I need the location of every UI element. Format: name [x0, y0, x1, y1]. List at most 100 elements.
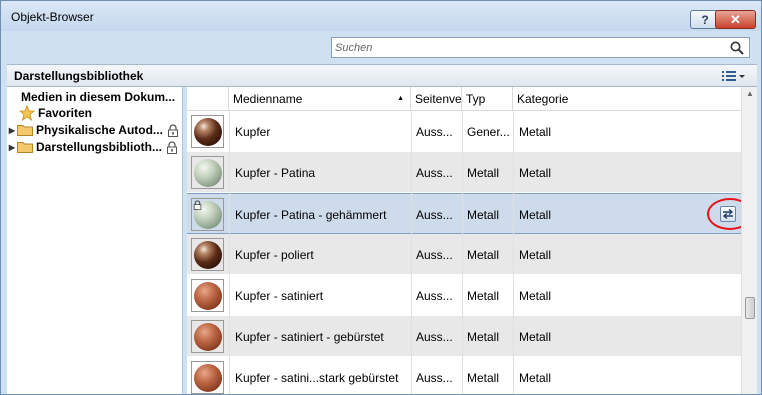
cell-typ: Metall: [467, 165, 500, 180]
chevron-down-icon: [739, 75, 745, 78]
window-title: Objekt-Browser: [11, 10, 94, 24]
table-row[interactable]: Kupfer - satiniert Auss... Metall Metall: [187, 275, 741, 316]
replace-material-button[interactable]: [720, 206, 736, 222]
search-box[interactable]: [331, 37, 750, 58]
material-thumbnail-cell: [187, 234, 229, 275]
tree-item-label: Physikalische Autod...: [36, 123, 163, 137]
tree-item-label: Darstellungsbiblioth...: [36, 140, 163, 154]
table-row[interactable]: Kupfer - poliert Auss... Metall Metall: [187, 234, 741, 275]
tree-item-label: Medien in diesem Dokum...: [21, 90, 176, 104]
cell-seitenverhaeltnis: Auss...: [416, 247, 453, 262]
table-row[interactable]: Kupfer - satini...stark gebürstet Auss..…: [187, 357, 741, 394]
material-sphere-icon: [194, 364, 222, 392]
material-thumbnail-cell: [187, 316, 229, 357]
title-bar[interactable]: Objekt-Browser ? ✕: [1, 1, 761, 31]
close-button[interactable]: ✕: [715, 10, 756, 29]
cell-kategorie: Metall: [519, 370, 552, 385]
cell-kategorie: Metall: [519, 247, 552, 262]
column-header-medienname[interactable]: Medienname ▲: [229, 87, 411, 111]
tree-item-appearance-library[interactable]: ▶ Darstellungsbiblioth...: [7, 139, 178, 155]
material-thumbnail: [191, 156, 224, 189]
column-header-thumbnail[interactable]: [187, 87, 229, 111]
folder-icon: [17, 125, 33, 136]
cell-medienname: Kupfer - Patina: [235, 165, 316, 180]
material-thumbnail: [191, 320, 224, 353]
expand-arrow-icon[interactable]: ▶: [7, 126, 17, 135]
cell-seitenverhaeltnis: Auss...: [416, 288, 453, 303]
cell-seitenverhaeltnis: Auss...: [416, 165, 453, 180]
tree-item-favorites[interactable]: Favoriten: [19, 105, 92, 121]
table-header: Medienname ▲ Seitenve Typ Kategorie: [187, 87, 741, 111]
tree-item-physical-autodesk[interactable]: ▶ Physikalische Autod...: [7, 122, 179, 138]
material-thumbnail: [191, 198, 224, 231]
sort-ascending-icon: ▲: [397, 95, 404, 102]
material-sphere-icon: [194, 159, 222, 187]
tree-item-label: Favoriten: [38, 106, 93, 120]
library-title: Darstellungsbibliothek: [14, 69, 144, 83]
media-table: Medienname ▲ Seitenve Typ Kategorie Kupf…: [187, 87, 757, 394]
cell-kategorie: Metall: [519, 329, 552, 344]
cell-medienname: Kupfer - satiniert: [235, 288, 324, 303]
material-thumbnail: [191, 361, 224, 394]
cell-medienname: Kupfer: [235, 124, 271, 139]
cell-medienname: Kupfer - Patina - gehämmert: [235, 207, 387, 222]
library-tree: Medien in diesem Dokum... Favoriten ▶ Ph…: [7, 87, 183, 394]
lock-icon: [167, 123, 178, 137]
cell-typ: Metall: [467, 247, 500, 262]
view-options-menu[interactable]: [721, 68, 751, 84]
cell-typ: Gener...: [467, 124, 510, 139]
cell-seitenverhaeltnis: Auss...: [416, 370, 453, 385]
material-thumbnail-cell: [187, 357, 229, 394]
cell-seitenverhaeltnis: Auss...: [416, 329, 453, 344]
material-thumbnail-cell: [187, 111, 229, 152]
star-icon: [19, 105, 35, 121]
cell-typ: Metall: [467, 288, 500, 303]
library-header: Darstellungsbibliothek: [7, 64, 757, 87]
vertical-scrollbar[interactable]: ▲: [741, 87, 757, 394]
cell-medienname: Kupfer - poliert: [235, 247, 314, 262]
cell-typ: Metall: [467, 370, 500, 385]
search-bar: [1, 31, 761, 63]
material-sphere-icon: [194, 118, 222, 146]
scrollbar-thumb[interactable]: [745, 297, 755, 319]
column-divider: [462, 111, 463, 394]
table-row[interactable]: Kupfer - satiniert - gebürstet Auss... M…: [187, 316, 741, 357]
search-icon[interactable]: [729, 40, 745, 56]
material-sphere-icon: [194, 282, 222, 310]
column-divider: [229, 111, 230, 394]
swap-arrows-icon: [722, 208, 734, 220]
column-divider: [411, 111, 412, 394]
object-browser-window: Objekt-Browser ? ✕ Darstellungsbibliothe…: [0, 0, 762, 395]
folder-icon: [17, 142, 33, 153]
search-input[interactable]: [332, 38, 727, 57]
cell-medienname: Kupfer - satiniert - gebürstet: [235, 329, 384, 344]
cell-medienname: Kupfer - satini...stark gebürstet: [235, 370, 399, 385]
cell-typ: Metall: [467, 329, 500, 344]
cell-kategorie: Metall: [519, 124, 552, 139]
material-sphere-icon: [194, 323, 222, 351]
lock-icon: [193, 200, 202, 210]
material-thumbnail: [191, 115, 224, 148]
tree-item-document-media[interactable]: Medien in diesem Dokum...: [21, 89, 175, 105]
list-view-icon: [722, 71, 736, 81]
scroll-up-icon[interactable]: ▲: [742, 89, 757, 101]
column-header-kategorie[interactable]: Kategorie: [513, 87, 741, 111]
material-sphere-icon: [194, 241, 222, 269]
cell-kategorie: Metall: [519, 165, 552, 180]
cell-kategorie: Metall: [519, 288, 552, 303]
material-thumbnail-cell: [187, 152, 229, 193]
cell-kategorie: Metall: [519, 207, 552, 222]
table-row[interactable]: Kupfer Auss... Gener... Metall: [187, 111, 741, 152]
cell-seitenverhaeltnis: Auss...: [416, 124, 453, 139]
material-thumbnail-cell: [187, 275, 229, 316]
material-thumbnail-cell: [187, 194, 229, 235]
table-row[interactable]: Kupfer - Patina Auss... Metall Metall: [187, 152, 741, 193]
expand-arrow-icon[interactable]: ▶: [7, 143, 17, 152]
material-thumbnail: [191, 279, 224, 312]
column-divider: [513, 111, 514, 394]
column-header-seitenverhaeltnis[interactable]: Seitenve: [411, 87, 462, 111]
material-thumbnail: [191, 238, 224, 271]
lock-icon: [167, 140, 178, 154]
table-row[interactable]: Kupfer - Patina - gehämmert Auss... Meta…: [187, 193, 753, 235]
column-header-typ[interactable]: Typ: [462, 87, 513, 111]
